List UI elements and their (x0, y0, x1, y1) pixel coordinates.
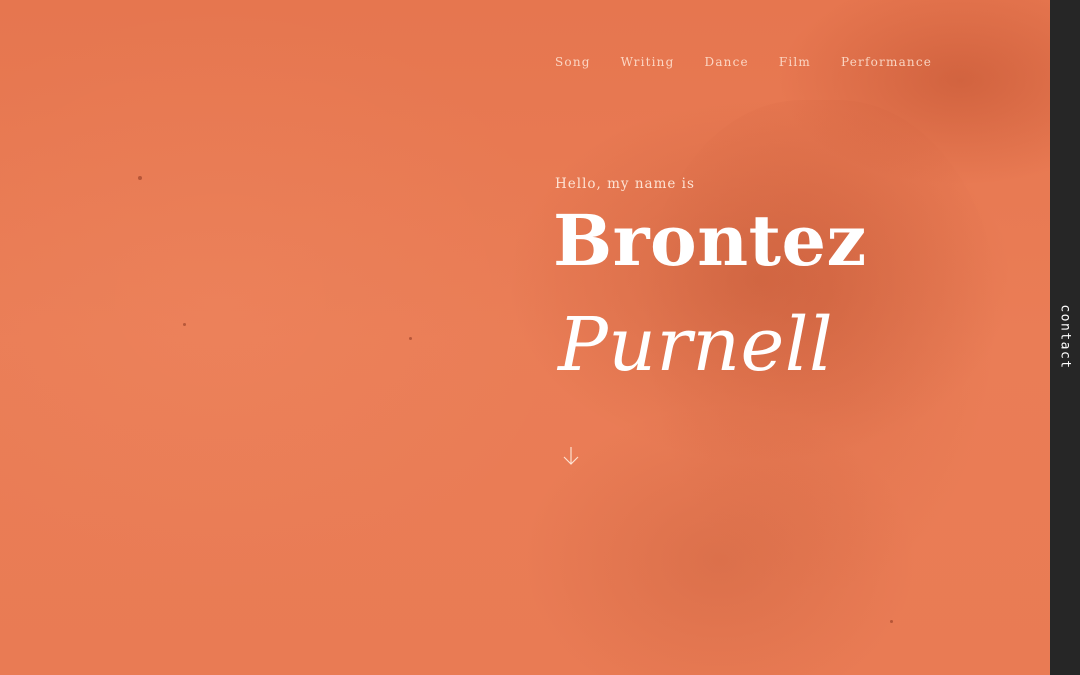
contact-sidebar: contact (1050, 0, 1080, 675)
film-speck (138, 176, 142, 180)
nav-item-dance[interactable]: Dance (705, 55, 749, 69)
nav-item-performance[interactable]: Performance (841, 55, 932, 69)
hero-first-name: Brontez (553, 199, 867, 282)
film-speck (890, 620, 893, 623)
hero-greeting: Hello, my name is (555, 176, 695, 192)
arrow-down-icon[interactable] (561, 445, 581, 467)
nav-item-song[interactable]: Song (555, 55, 591, 69)
hero-last-name: Purnell (558, 302, 834, 388)
film-speck (409, 337, 412, 340)
film-speck (183, 323, 186, 326)
nav-item-film[interactable]: Film (779, 55, 811, 69)
contact-link[interactable]: contact (1058, 304, 1073, 369)
main-nav: Song Writing Dance Film Performance (555, 55, 932, 69)
nav-item-writing[interactable]: Writing (621, 55, 675, 69)
hero-background: Song Writing Dance Film Performance Hell… (0, 0, 1050, 675)
